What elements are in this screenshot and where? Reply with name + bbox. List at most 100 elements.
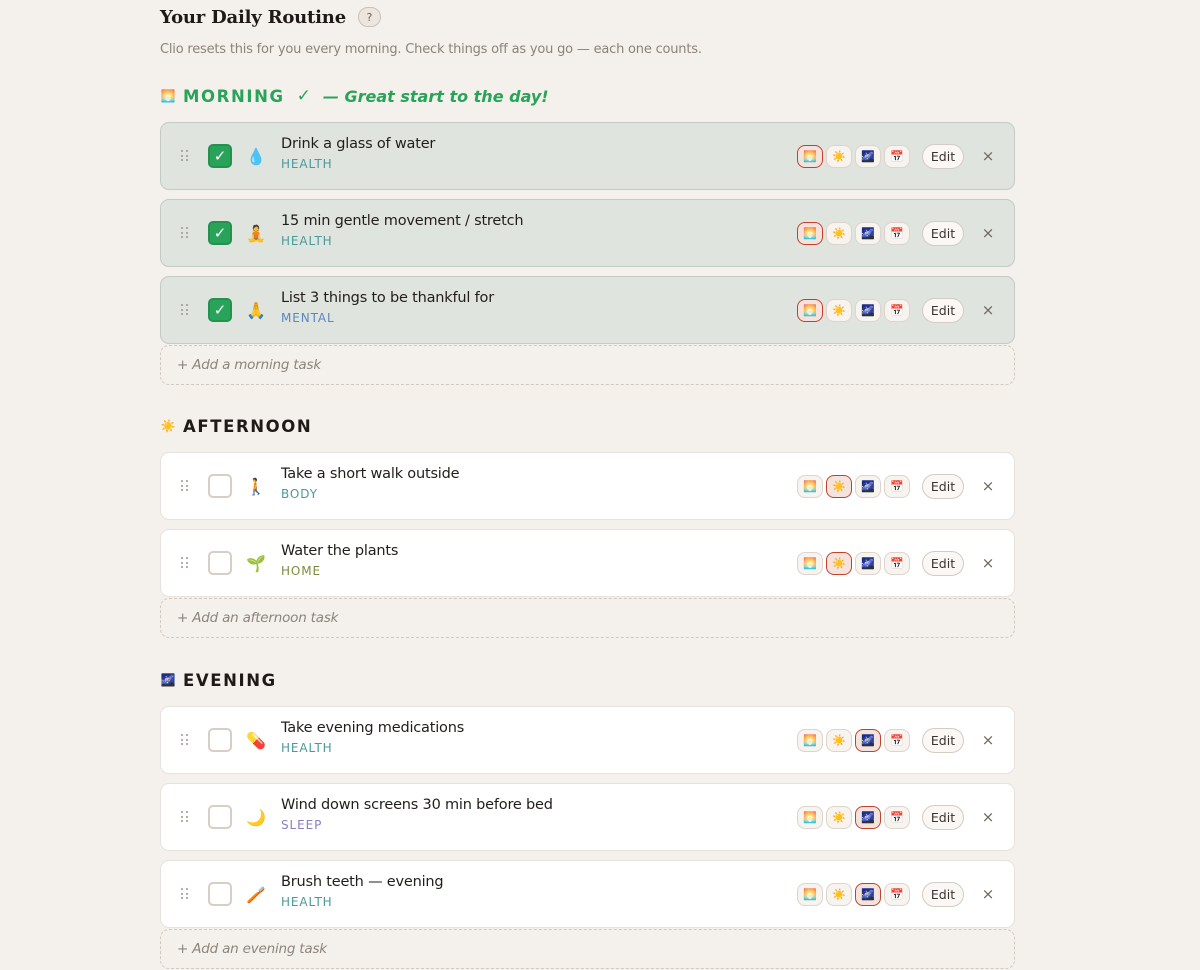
time-slot-selector: 🌅 ☀️ 🌌 📅 [797,222,910,245]
slot-evening-button[interactable]: 🌌 [855,145,881,168]
remove-task-button[interactable]: × [981,551,995,575]
task-category-tag: HEALTH [281,895,333,909]
task-checkbox[interactable] [208,551,232,575]
drag-handle-icon[interactable] [181,480,189,492]
sun-icon: ☀️ [160,419,176,433]
checkmark-icon: ✓ [213,301,227,319]
drag-handle-icon[interactable] [181,557,189,569]
task-card[interactable]: ✓ 💧 Drink a glass of water HEALTH 🌅 ☀️ 🌌 📅 Edit × [160,122,1015,190]
slot-afternoon-button[interactable]: ☀️ [826,729,852,752]
slot-evening-button[interactable]: 🌌 [855,806,881,829]
slot-morning-button[interactable]: 🌅 [797,552,823,575]
remove-task-button[interactable]: × [981,298,995,322]
edit-button[interactable]: Edit [922,474,964,499]
task-text: 15 min gentle movement / stretch HEALTH [281,213,524,248]
slot-afternoon-button[interactable]: ☀️ [826,145,852,168]
remove-task-button[interactable]: × [981,144,995,168]
section-title: MORNING [183,86,285,106]
slot-morning-button[interactable]: 🌅 [797,299,823,322]
section-encouragement: — Great start to the day! [322,86,549,106]
add-task-button[interactable]: + Add a morning task [160,345,1015,385]
help-button[interactable]: ? [357,7,381,27]
drag-handle-icon[interactable] [181,888,189,900]
edit-button[interactable]: Edit [922,882,964,907]
slot-calendar-button[interactable]: 📅 [884,883,910,906]
page-title: Your Daily Routine [160,6,346,28]
task-text: Take evening medications HEALTH [281,720,464,755]
task-checkbox[interactable] [208,474,232,498]
task-checkbox[interactable] [208,805,232,829]
slot-afternoon-button[interactable]: ☀️ [826,475,852,498]
task-card[interactable]: 🚶 Take a short walk outside BODY 🌅 ☀️ 🌌 📅 Edit × [160,452,1015,520]
slot-calendar-button[interactable]: 📅 [884,299,910,322]
slot-evening-button[interactable]: 🌌 [855,475,881,498]
slot-calendar-button[interactable]: 📅 [884,145,910,168]
task-category-tag: HEALTH [281,157,333,171]
slot-calendar-button[interactable]: 📅 [884,222,910,245]
slot-calendar-button[interactable]: 📅 [884,806,910,829]
slot-calendar-button[interactable]: 📅 [884,552,910,575]
sunrise-icon: 🌅 [160,89,176,103]
drag-handle-icon[interactable] [181,304,189,316]
task-category-tag: HEALTH [281,741,333,755]
remove-task-button[interactable]: × [981,882,995,906]
task-text: List 3 things to be thankful for MENTAL [281,290,494,325]
task-card[interactable]: ✓ 🧘 15 min gentle movement / stretch HEALTH… [160,199,1015,267]
slot-morning-button[interactable]: 🌅 [797,806,823,829]
task-category-tag: BODY [281,487,318,501]
slot-afternoon-button[interactable]: ☀️ [826,222,852,245]
task-card[interactable]: 💊 Take evening medications HEALTH 🌅 ☀️ 🌌 📅 Edit… [160,706,1015,774]
remove-task-button[interactable]: × [981,221,995,245]
task-checkbox[interactable] [208,728,232,752]
task-card[interactable]: ✓ 🙏 List 3 things to be thankful for MENTAL… [160,276,1015,344]
slot-evening-button[interactable]: 🌌 [855,883,881,906]
slot-afternoon-button[interactable]: ☀️ [826,883,852,906]
slot-calendar-button[interactable]: 📅 [884,729,910,752]
drag-handle-icon[interactable] [181,734,189,746]
task-checkbox[interactable]: ✓ [208,298,232,322]
task-title: List 3 things to be thankful for [281,290,494,306]
task-checkbox[interactable]: ✓ [208,144,232,168]
task-text: Water the plants HOME [281,543,398,578]
add-task-button[interactable]: + Add an afternoon task [160,598,1015,638]
edit-button[interactable]: Edit [922,221,964,246]
add-task-button[interactable]: + Add an evening task [160,929,1015,969]
slot-calendar-button[interactable]: 📅 [884,475,910,498]
slot-afternoon-button[interactable]: ☀️ [826,552,852,575]
section-title: AFTERNOON [183,416,313,436]
drag-handle-icon[interactable] [181,227,189,239]
walking-person-icon: 🚶 [246,476,266,496]
task-card[interactable]: 🌱 Water the plants HOME 🌅 ☀️ 🌌 📅 Edit × [160,529,1015,597]
edit-button[interactable]: Edit [922,551,964,576]
task-category-tag: HOME [281,564,322,578]
remove-task-button[interactable]: × [981,805,995,829]
drag-handle-icon[interactable] [181,150,189,162]
edit-button[interactable]: Edit [922,728,964,753]
slot-morning-button[interactable]: 🌅 [797,729,823,752]
task-card[interactable]: 🪥 Brush teeth — evening HEALTH 🌅 ☀️ 🌌 📅 Edit × [160,860,1015,928]
moon-icon: 🌙 [246,807,266,827]
slot-evening-button[interactable]: 🌌 [855,222,881,245]
checkmark-icon: ✓ [213,224,227,242]
slot-evening-button[interactable]: 🌌 [855,299,881,322]
task-text: Wind down screens 30 min before bed SLEEP [281,797,553,832]
drag-handle-icon[interactable] [181,811,189,823]
meditation-icon: 🧘 [246,223,266,243]
edit-button[interactable]: Edit [922,805,964,830]
task-category-tag: SLEEP [281,818,323,832]
slot-afternoon-button[interactable]: ☀️ [826,299,852,322]
slot-afternoon-button[interactable]: ☀️ [826,806,852,829]
edit-button[interactable]: Edit [922,298,964,323]
slot-evening-button[interactable]: 🌌 [855,729,881,752]
remove-task-button[interactable]: × [981,474,995,498]
edit-button[interactable]: Edit [922,144,964,169]
task-card[interactable]: 🌙 Wind down screens 30 min before bed SLEE… [160,783,1015,851]
slot-morning-button[interactable]: 🌅 [797,475,823,498]
slot-morning-button[interactable]: 🌅 [797,145,823,168]
slot-morning-button[interactable]: 🌅 [797,883,823,906]
slot-morning-button[interactable]: 🌅 [797,222,823,245]
task-checkbox[interactable]: ✓ [208,221,232,245]
slot-evening-button[interactable]: 🌌 [855,552,881,575]
remove-task-button[interactable]: × [981,728,995,752]
task-checkbox[interactable] [208,882,232,906]
